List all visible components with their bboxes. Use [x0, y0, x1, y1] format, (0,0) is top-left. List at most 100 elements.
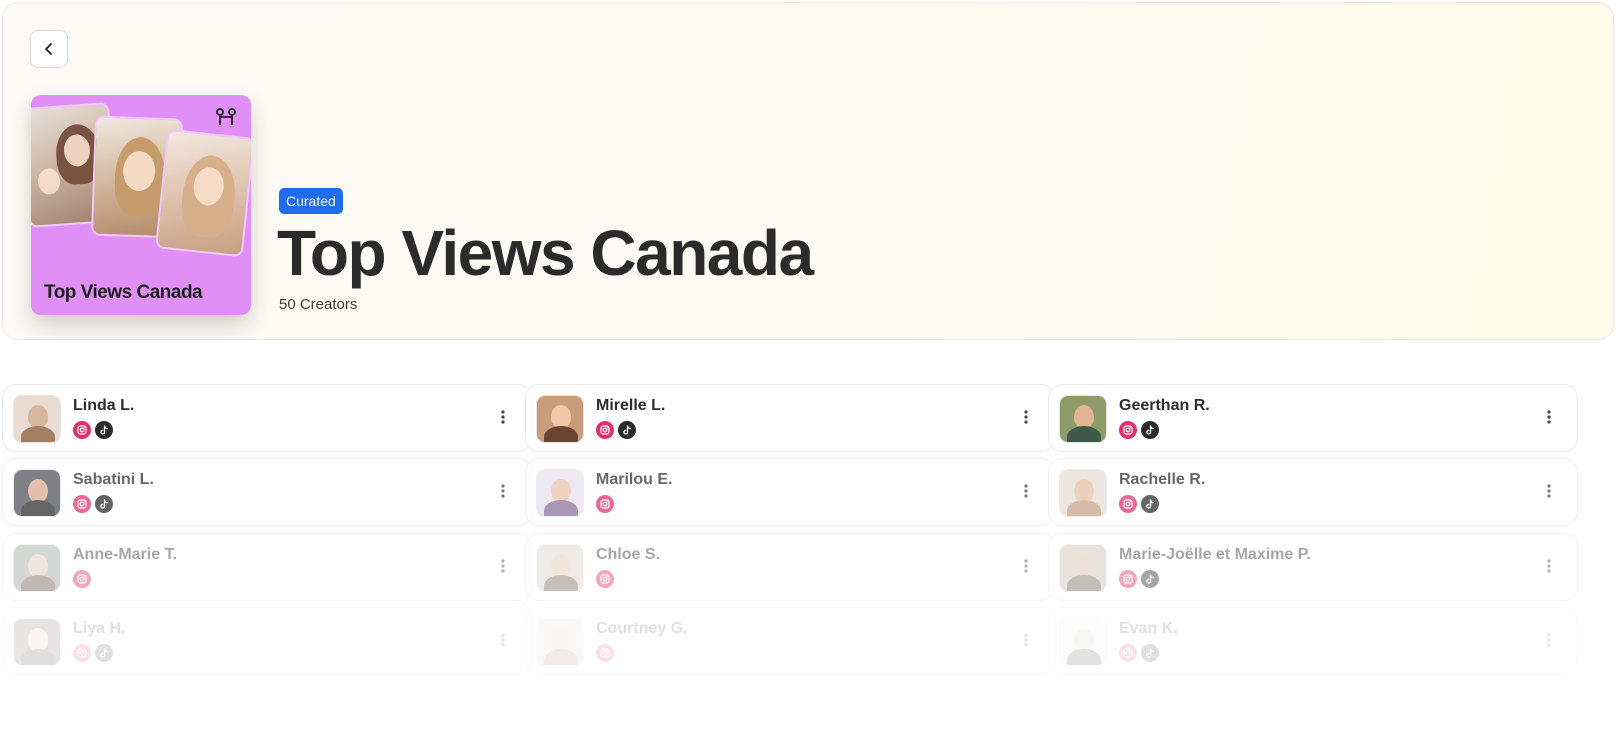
- social-platforms: [73, 421, 113, 439]
- tiktok-icon: [1141, 570, 1159, 588]
- more-vertical-icon: [1024, 483, 1028, 504]
- avatar: [13, 618, 61, 666]
- creator-name: Rachelle R.: [1119, 471, 1206, 488]
- cover-title: Top Views Canada: [44, 282, 203, 303]
- social-platforms: [73, 644, 113, 662]
- creator-card[interactable]: Linda L.: [2, 384, 532, 452]
- more-options-button[interactable]: [1016, 556, 1036, 580]
- more-vertical-icon: [501, 632, 505, 653]
- social-platforms: [596, 644, 614, 662]
- more-options-button[interactable]: [493, 407, 513, 431]
- tiktok-icon: [95, 421, 113, 439]
- more-options-button[interactable]: [1016, 407, 1036, 431]
- more-vertical-icon: [1547, 632, 1551, 653]
- cover-photo: [154, 128, 251, 258]
- social-platforms: [1119, 421, 1159, 439]
- social-platforms: [1119, 495, 1159, 513]
- creator-card[interactable]: Marie-Joëlle et Maxime P.: [1048, 533, 1578, 601]
- collection-header: Top Views Canada Curated Top Views Canad…: [2, 2, 1614, 340]
- more-options-button[interactable]: [1539, 481, 1559, 505]
- creator-card[interactable]: Liya H.: [2, 607, 532, 675]
- creator-card[interactable]: Sabatini L.: [2, 458, 532, 526]
- instagram-icon: [1119, 495, 1137, 513]
- brand-logo-icon: [216, 108, 236, 125]
- more-options-button[interactable]: [493, 630, 513, 654]
- tiktok-icon: [1141, 495, 1159, 513]
- creator-card[interactable]: Courtney G.: [525, 607, 1055, 675]
- social-platforms: [596, 570, 614, 588]
- avatar: [536, 469, 584, 517]
- page-title: Top Views Canada: [277, 217, 814, 289]
- instagram-icon: [73, 495, 91, 513]
- more-options-button[interactable]: [1016, 481, 1036, 505]
- creator-name: Geerthan R.: [1119, 397, 1210, 414]
- chevron-left-icon: [45, 43, 52, 55]
- creator-card[interactable]: Chloe S.: [525, 533, 1055, 601]
- more-vertical-icon: [1024, 558, 1028, 579]
- avatar: [1059, 618, 1107, 666]
- instagram-icon: [73, 644, 91, 662]
- creator-name: Anne-Marie T.: [73, 546, 178, 563]
- avatar: [536, 395, 584, 443]
- creator-card[interactable]: Mirelle L.: [525, 384, 1055, 452]
- social-platforms: [1119, 644, 1159, 662]
- tiktok-icon: [618, 421, 636, 439]
- tiktok-icon: [95, 495, 113, 513]
- back-button[interactable]: [30, 30, 68, 68]
- more-options-button[interactable]: [1539, 407, 1559, 431]
- instagram-icon: [73, 570, 91, 588]
- avatar: [13, 544, 61, 592]
- avatar: [536, 618, 584, 666]
- creator-name: Linda L.: [73, 397, 135, 414]
- instagram-icon: [1119, 421, 1137, 439]
- creator-card[interactable]: Geerthan R.: [1048, 384, 1578, 452]
- avatar: [1059, 395, 1107, 443]
- curated-badge: Curated: [279, 188, 343, 214]
- avatar: [536, 544, 584, 592]
- instagram-icon: [73, 421, 91, 439]
- avatar: [1059, 544, 1107, 592]
- more-options-button[interactable]: [1539, 556, 1559, 580]
- more-options-button[interactable]: [493, 481, 513, 505]
- more-vertical-icon: [1024, 632, 1028, 653]
- instagram-icon: [596, 570, 614, 588]
- social-platforms: [73, 495, 113, 513]
- avatar: [1059, 469, 1107, 517]
- avatar: [13, 395, 61, 443]
- instagram-icon: [1119, 570, 1137, 588]
- social-platforms: [596, 421, 636, 439]
- more-options-button[interactable]: [1016, 630, 1036, 654]
- creator-name: Evan K.: [1119, 620, 1178, 637]
- creator-name: Sabatini L.: [73, 471, 154, 488]
- more-options-button[interactable]: [1539, 630, 1559, 654]
- more-vertical-icon: [1547, 409, 1551, 430]
- creator-card[interactable]: Evan K.: [1048, 607, 1578, 675]
- creator-card[interactable]: Rachelle R.: [1048, 458, 1578, 526]
- creator-count: 50 Creators: [279, 296, 358, 313]
- avatar: [13, 469, 61, 517]
- collection-cover: Top Views Canada: [31, 95, 251, 315]
- social-platforms: [73, 570, 91, 588]
- instagram-icon: [1119, 644, 1137, 662]
- more-vertical-icon: [501, 483, 505, 504]
- creator-name: Liya H.: [73, 620, 126, 637]
- tiktok-icon: [1141, 421, 1159, 439]
- creator-card[interactable]: Anne-Marie T.: [2, 533, 532, 601]
- creator-name: Marie-Joëlle et Maxime P.: [1119, 546, 1311, 563]
- more-vertical-icon: [1024, 409, 1028, 430]
- more-options-button[interactable]: [493, 556, 513, 580]
- more-vertical-icon: [1547, 483, 1551, 504]
- instagram-icon: [596, 495, 614, 513]
- instagram-icon: [596, 644, 614, 662]
- more-vertical-icon: [501, 558, 505, 579]
- tiktok-icon: [95, 644, 113, 662]
- social-platforms: [1119, 570, 1159, 588]
- creator-card[interactable]: Marilou E.: [525, 458, 1055, 526]
- more-vertical-icon: [1547, 558, 1551, 579]
- creator-name: Marilou E.: [596, 471, 673, 488]
- creator-name: Chloe S.: [596, 546, 661, 563]
- creator-name: Courtney G.: [596, 620, 688, 637]
- social-platforms: [596, 495, 614, 513]
- tiktok-icon: [1141, 644, 1159, 662]
- more-vertical-icon: [501, 409, 505, 430]
